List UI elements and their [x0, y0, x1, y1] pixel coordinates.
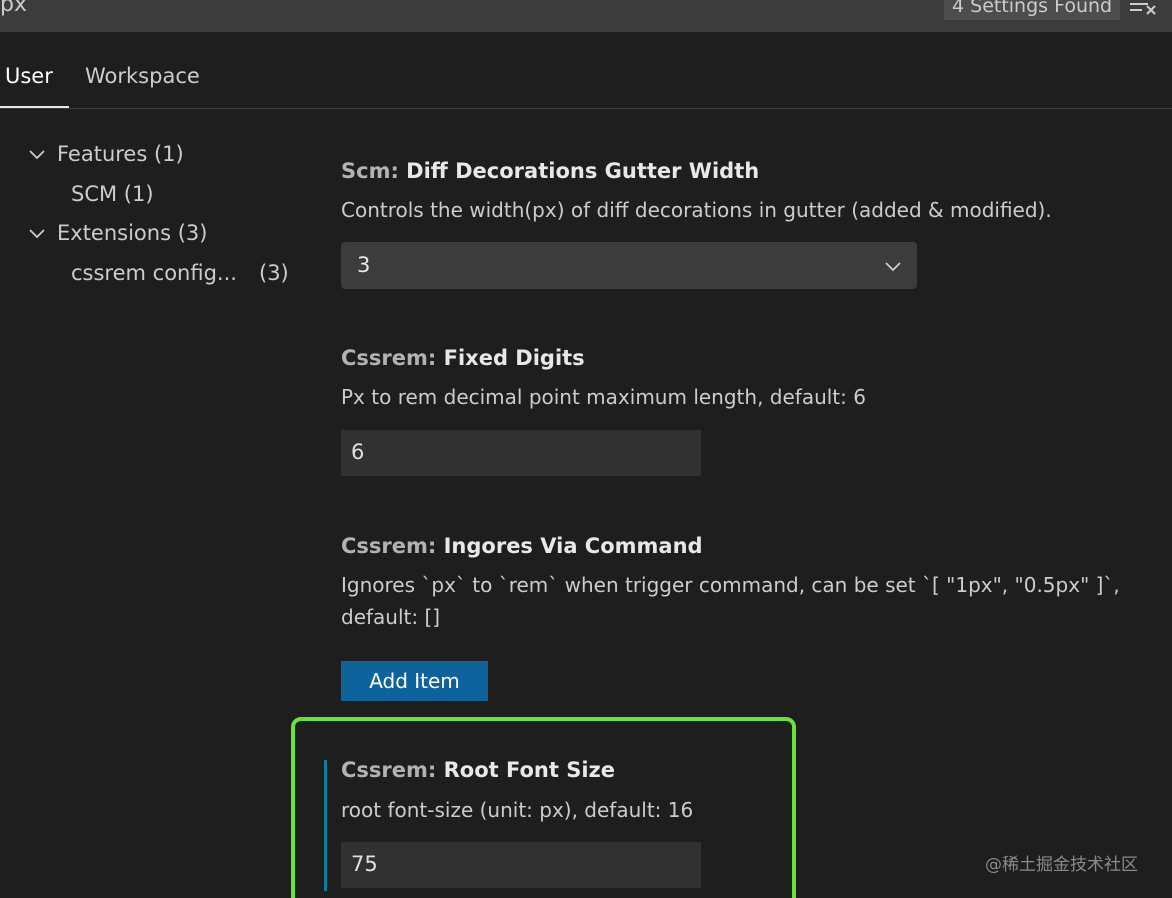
- modified-indicator: [324, 760, 327, 891]
- setting-description: Px to rem decimal point maximum length, …: [341, 385, 866, 409]
- toc-item-features[interactable]: Features (1): [57, 142, 184, 166]
- setting-title: Cssrem: Root Font Size: [341, 758, 615, 782]
- setting-description: root font-size (unit: px), default: 16: [341, 798, 694, 822]
- setting-category: Scm:: [341, 159, 407, 183]
- setting-title: Cssrem: Fixed Digits: [341, 346, 585, 370]
- clear-filter-icon[interactable]: [1128, 0, 1158, 16]
- watermark: @稀土掘金技术社区: [985, 855, 1138, 875]
- settings-search-bar[interactable]: px 4 Settings Found: [0, 0, 1172, 32]
- tab-workspace[interactable]: Workspace: [85, 64, 200, 88]
- toc-item-scm[interactable]: SCM (1): [71, 182, 154, 206]
- setting-category: Cssrem:: [341, 346, 444, 370]
- dropdown-value: 3: [357, 253, 371, 277]
- setting-title: Cssrem: Ingores Via Command: [341, 534, 703, 558]
- add-item-button[interactable]: Add Item: [341, 661, 488, 701]
- fixed-digits-input[interactable]: 6: [341, 430, 701, 476]
- setting-category: Cssrem:: [341, 534, 444, 558]
- chevron-down-icon[interactable]: [27, 145, 47, 165]
- results-count-badge: 4 Settings Found: [944, 0, 1121, 20]
- setting-description-line2: default: []: [341, 605, 441, 629]
- tab-user[interactable]: User: [5, 64, 53, 88]
- chevron-down-icon: [885, 262, 901, 272]
- settings-scope-tabs: User Workspace: [0, 32, 1172, 109]
- active-tab-indicator: [0, 106, 69, 108]
- chevron-down-icon[interactable]: [27, 224, 47, 244]
- search-input[interactable]: px: [0, 0, 27, 17]
- setting-description-line1: Ignores `px` to `rem` when trigger comma…: [341, 573, 1120, 597]
- setting-category: Cssrem:: [341, 758, 444, 782]
- root-font-size-input[interactable]: 75: [341, 842, 701, 888]
- toc-item-extensions[interactable]: Extensions (3): [57, 221, 207, 245]
- settings-editor: px 4 Settings Found User Workspace Featu…: [0, 0, 1172, 898]
- setting-name: Ingores Via Command: [443, 534, 703, 558]
- setting-description: Controls the width(px) of diff decoratio…: [341, 198, 1052, 222]
- setting-name: Root Font Size: [443, 758, 615, 782]
- toc-item-count: (3): [259, 261, 289, 285]
- setting-name: Fixed Digits: [443, 346, 585, 370]
- setting-title: Scm: Diff Decorations Gutter Width: [341, 159, 759, 183]
- toc-item-cssrem-config[interactable]: cssrem config...: [71, 261, 237, 285]
- setting-name: Diff Decorations Gutter Width: [406, 159, 760, 183]
- gutter-width-dropdown[interactable]: 3: [341, 242, 917, 289]
